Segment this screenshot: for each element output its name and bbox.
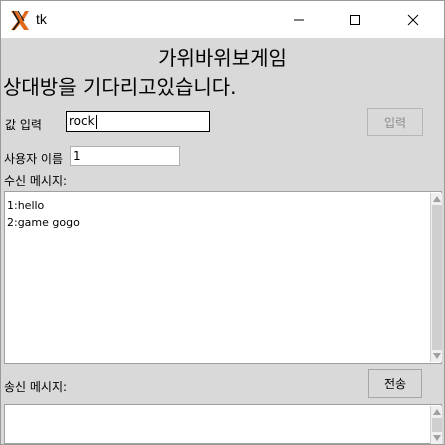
maximize-button[interactable]: [332, 1, 378, 38]
main-window: tk 가위바위보게임 상대방을 기다리고있습니다. 값 입력 rock 입력 사…: [0, 0, 445, 445]
message-line: 2:game gogo: [7, 216, 80, 229]
maximize-icon: [350, 14, 360, 25]
value-input-field[interactable]: rock: [66, 111, 210, 132]
value-input-label: 값 입력: [5, 118, 42, 132]
username-label: 사용자 이름: [4, 152, 64, 166]
minimize-button[interactable]: [276, 1, 322, 38]
tk-feather-icon: [9, 8, 31, 32]
scroll-down-icon[interactable]: [432, 351, 442, 361]
received-messages-box[interactable]: 1:hello 2:game gogo: [4, 191, 442, 364]
text-caret: [95, 114, 97, 129]
send-button[interactable]: 전송: [368, 369, 422, 398]
content-area: 가위바위보게임 상대방을 기다리고있습니다. 값 입력 rock 입력 사용자 …: [1, 38, 444, 444]
received-messages-label: 수신 메시지:: [4, 174, 68, 188]
scroll-thumb[interactable]: [432, 205, 442, 350]
input-button[interactable]: 입력: [367, 108, 423, 136]
scroll-up-icon[interactable]: [432, 194, 442, 204]
send-message-label: 송신 메시지:: [4, 380, 68, 394]
received-scrollbar[interactable]: [430, 193, 442, 362]
send-scrollbar[interactable]: [430, 406, 442, 444]
received-messages-list: 1:hello 2:game gogo: [7, 197, 80, 231]
status-message: 상대방을 기다리고있습니다.: [3, 75, 237, 99]
close-icon: [407, 14, 419, 25]
window-title: tk: [36, 11, 47, 27]
title-bar[interactable]: tk: [1, 1, 444, 38]
scroll-thumb[interactable]: [432, 418, 442, 432]
message-line: 1:hello: [7, 199, 45, 212]
username-field[interactable]: 1: [70, 146, 180, 166]
game-title: 가위바위보게임: [158, 46, 287, 70]
minimize-icon: [294, 19, 304, 20]
scroll-up-icon[interactable]: [432, 407, 442, 417]
value-input-text: rock: [69, 114, 95, 128]
scroll-down-icon[interactable]: [432, 433, 442, 443]
send-message-box[interactable]: [4, 404, 442, 444]
close-button[interactable]: [390, 1, 436, 38]
